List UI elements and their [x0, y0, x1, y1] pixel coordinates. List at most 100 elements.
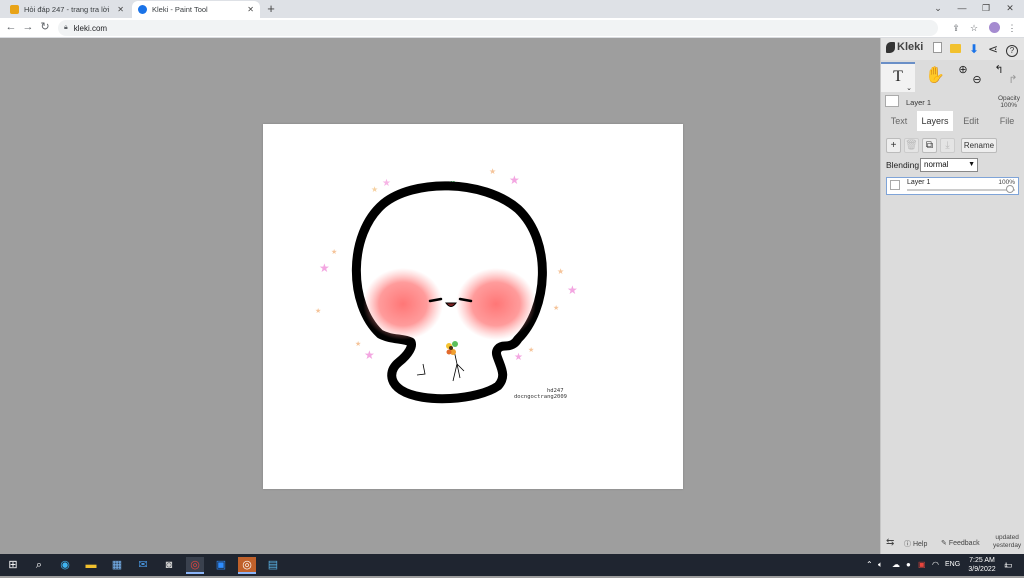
browser-tab-hoidap[interactable]: Hỏi đáp 247 - trang tra lời ✕ — [4, 1, 130, 18]
menu-dots-icon[interactable]: ⋮ — [1004, 20, 1020, 36]
clock-date: 3/9/2022 — [968, 566, 996, 573]
tray-overflow-icon[interactable]: ⌃ — [866, 554, 873, 576]
system-clock[interactable]: 7:25 AM 3/9/2022 — [963, 556, 1001, 574]
microphone-icon[interactable]: ● — [906, 554, 911, 576]
layer-opacity-slider[interactable] — [907, 189, 1015, 191]
bookmark-star-icon[interactable]: ☆ — [966, 20, 982, 36]
search-icon[interactable]: ⌕ — [30, 557, 48, 574]
camera-icon[interactable]: ◙ — [160, 557, 178, 574]
hand-tool-icon[interactable]: ✋ — [921, 62, 949, 92]
merge-layer-icon[interactable]: ⤓ — [940, 138, 955, 153]
restore-icon[interactable]: ❐ — [974, 0, 998, 18]
browser-tab-kleki[interactable]: Kleki - Paint Tool ✕ — [132, 1, 260, 18]
close-tab-icon[interactable]: ✕ — [247, 5, 254, 14]
add-layer-icon[interactable]: + — [886, 138, 901, 153]
blending-label: Blending — [886, 160, 920, 170]
cloud-icon[interactable]: ☁ — [892, 554, 900, 576]
help-link[interactable]: ⓘ Help — [904, 539, 927, 549]
wifi-icon[interactable]: ◠ — [932, 554, 939, 576]
minimize-icon[interactable]: — — [950, 0, 974, 18]
updated-info[interactable]: updated yesterday — [993, 534, 1021, 550]
whiteboard-icon[interactable]: ▤ — [264, 557, 282, 574]
duplicate-layer-icon[interactable]: ⧉ — [922, 138, 937, 153]
kleki-favicon-icon — [138, 5, 147, 14]
tab-title: Kleki - Paint Tool — [152, 5, 208, 14]
volume-icon[interactable]: 🔈︎ — [878, 554, 883, 576]
url-bar[interactable]: 🔒︎ kleki.com — [58, 20, 938, 36]
hoidap-favicon-icon — [10, 5, 19, 14]
layers-panel: + 🗑︎ ⧉ ⤓ Rename Blending normal ▼ Layer … — [881, 131, 1024, 554]
new-tab-button[interactable]: + — [264, 1, 278, 17]
zoom-app-icon[interactable]: ▣ — [212, 557, 230, 574]
tab-file[interactable]: File — [989, 111, 1024, 131]
svg-text:★: ★ — [557, 267, 564, 276]
tool-row: T ⌄ ✋ ⊕ ⊖ ↰ ↱ — [881, 62, 1024, 94]
chrome-icon[interactable]: ◎ — [186, 557, 204, 574]
clock-time: 7:25 AM — [969, 557, 995, 564]
svg-text:★: ★ — [553, 304, 559, 312]
address-toolbar: ← → ↻ 🔒︎ kleki.com ⇪ ☆ ⋮ — [0, 18, 1024, 38]
credit-line-2: docngoctrang2009 — [514, 394, 567, 400]
kleki-header: Kleki ⬇ ⋖ ? — [881, 38, 1024, 60]
feedback-link[interactable]: ✎ Feedback — [941, 539, 980, 547]
rename-layer-button[interactable]: Rename — [961, 138, 997, 153]
chevron-down-icon: ▼ — [968, 161, 975, 168]
layer-opacity-handle[interactable] — [1006, 185, 1014, 193]
tool-dropdown-icon[interactable]: ⌄ — [906, 84, 912, 92]
drawing-canvas[interactable]: ★ ★ ★ ★ ★ ★ ★ ★ ★ ★ ★ ★ ★ ★ ♥ — [263, 124, 683, 489]
updated-value: yesterday — [993, 542, 1022, 549]
tab-text[interactable]: Text — [881, 111, 917, 131]
svg-text:★: ★ — [319, 261, 330, 275]
layer-name: Layer 1 — [907, 179, 931, 186]
share-icon[interactable]: ⋖ — [985, 41, 1001, 57]
svg-text:★: ★ — [364, 348, 375, 362]
forward-arrow-icon[interactable]: → — [20, 19, 36, 36]
svg-text:★: ★ — [315, 307, 321, 315]
help-icon[interactable]: ? — [1004, 41, 1020, 57]
profile-avatar-icon[interactable] — [986, 20, 1002, 36]
current-layer-name: Layer 1 — [906, 98, 932, 107]
close-tab-icon[interactable]: ✕ — [117, 5, 124, 14]
svg-text:★: ★ — [331, 248, 337, 256]
layer-list-item[interactable]: Layer 1 100% — [886, 177, 1019, 195]
text-tool-button[interactable]: T ⌄ — [881, 62, 915, 92]
kleki-side-panel: Kleki ⬇ ⋖ ? T ⌄ ✋ ⊕ ⊖ ↰ ↱ Layer 1 Opacit… — [880, 38, 1024, 554]
help-label: Help — [912, 541, 928, 548]
edge-icon[interactable]: ◉ — [56, 557, 74, 574]
mail-icon[interactable]: ✉ — [134, 557, 152, 574]
reload-icon[interactable]: ↻ — [37, 19, 53, 36]
import-image-icon[interactable] — [947, 41, 963, 57]
windows-start-icon[interactable]: ⊞ — [4, 557, 22, 574]
right-blush — [456, 268, 536, 340]
svg-text:★: ★ — [355, 340, 361, 348]
svg-text:★: ★ — [514, 352, 523, 363]
new-image-icon[interactable] — [929, 41, 945, 57]
tab-layers[interactable]: Layers — [917, 111, 953, 131]
blending-select[interactable]: normal ▼ — [920, 158, 978, 172]
delete-layer-icon[interactable]: 🗑︎ — [904, 138, 919, 153]
panel-tabs: Text Layers Edit File — [881, 111, 1024, 131]
share-icon[interactable]: ⇪ — [948, 20, 964, 36]
lock-icon: 🔒︎ — [64, 24, 68, 31]
help-icon: ⓘ — [904, 541, 911, 548]
left-blush — [363, 268, 443, 340]
canvas-workspace[interactable]: ★ ★ ★ ★ ★ ★ ★ ★ ★ ★ ★ ★ ★ ★ ♥ — [0, 38, 880, 554]
tab-search-icon[interactable]: ⌄ — [926, 0, 950, 18]
notification-icon[interactable]: ▭1 — [1004, 554, 1016, 576]
language-indicator[interactable]: ENG — [945, 554, 960, 576]
svg-text:★: ★ — [528, 346, 534, 354]
app-tray-icon[interactable]: ▣ — [918, 554, 926, 576]
file-explorer-icon[interactable]: ▬ — [82, 557, 100, 574]
text-tool-label: T — [893, 68, 903, 85]
chrome-profile-icon[interactable]: ◎ — [238, 557, 256, 574]
kleki-logo[interactable]: Kleki — [886, 41, 923, 53]
swap-side-icon[interactable]: ⇆ — [886, 537, 894, 548]
notification-count: 1 — [1004, 563, 1008, 569]
save-download-icon[interactable]: ⬇ — [966, 41, 982, 57]
feedback-label: Feedback — [948, 540, 980, 547]
tab-edit[interactable]: Edit — [953, 111, 989, 131]
back-arrow-icon[interactable]: ← — [3, 19, 19, 36]
store-icon[interactable]: ▦ — [108, 557, 126, 574]
window-close-icon[interactable]: ✕ — [998, 0, 1022, 18]
opacity-value: 100% — [1000, 102, 1017, 109]
